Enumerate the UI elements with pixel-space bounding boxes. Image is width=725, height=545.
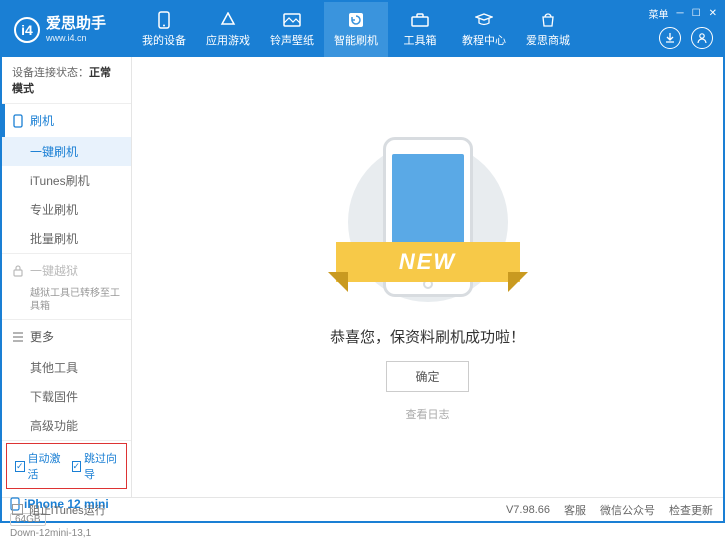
toolbox-icon bbox=[411, 11, 429, 29]
main-content: NEW 恭喜您，保资料刷机成功啦！ 确定 查看日志 bbox=[132, 57, 723, 497]
wallpaper-icon bbox=[283, 11, 301, 29]
tab-apps-games[interactable]: 应用游戏 bbox=[196, 2, 260, 57]
sidebar-item-oneclick-flash[interactable]: 一键刷机 bbox=[2, 137, 131, 166]
phone-small-icon bbox=[12, 114, 24, 128]
check-update-link[interactable]: 检查更新 bbox=[669, 502, 713, 518]
ok-button[interactable]: 确定 bbox=[386, 361, 468, 392]
tutorial-icon bbox=[475, 11, 493, 29]
jailbreak-note: 越狱工具已转移至工具箱 bbox=[2, 287, 131, 319]
sidebar-more-header[interactable]: 更多 bbox=[2, 320, 131, 353]
tab-my-device[interactable]: 我的设备 bbox=[132, 2, 196, 57]
tab-tutorial[interactable]: 教程中心 bbox=[452, 2, 516, 57]
tab-store[interactable]: 爱思商城 bbox=[516, 2, 580, 57]
sidebar-item-pro-flash[interactable]: 专业刷机 bbox=[2, 195, 131, 224]
app-title: 爱思助手 bbox=[46, 16, 106, 33]
refresh-icon bbox=[347, 11, 365, 29]
menu-text[interactable]: 菜单 bbox=[649, 6, 669, 21]
sidebar-jailbreak-header: 一键越狱 bbox=[2, 254, 131, 287]
block-itunes-label: 阻止iTunes运行 bbox=[29, 502, 106, 518]
version-label: V7.98.66 bbox=[506, 504, 550, 516]
download-button[interactable] bbox=[659, 27, 681, 49]
success-illustration: NEW bbox=[348, 132, 508, 312]
sidebar-item-batch-flash[interactable]: 批量刷机 bbox=[2, 224, 131, 253]
sidebar-item-other-tools[interactable]: 其他工具 bbox=[2, 353, 131, 382]
view-log-link[interactable]: 查看日志 bbox=[406, 406, 450, 422]
close-icon[interactable]: ✕ bbox=[709, 8, 717, 19]
user-button[interactable] bbox=[691, 27, 713, 49]
sidebar-item-advanced[interactable]: 高级功能 bbox=[2, 411, 131, 440]
sidebar-item-download-firmware[interactable]: 下载固件 bbox=[2, 382, 131, 411]
wechat-link[interactable]: 微信公众号 bbox=[600, 502, 655, 518]
header-right-buttons bbox=[659, 27, 713, 49]
nav-tabs: 我的设备 应用游戏 铃声壁纸 智能刷机 工具箱 教程中心 爱思商城 bbox=[132, 2, 580, 57]
device-model: Down-12mini-13,1 bbox=[10, 528, 123, 539]
customer-service-link[interactable]: 客服 bbox=[564, 502, 586, 518]
app-header: i4 爱思助手 www.i4.cn 我的设备 应用游戏 铃声壁纸 智能刷机 工具… bbox=[2, 2, 723, 57]
sidebar: 设备连接状态：正常模式 刷机 一键刷机 iTunes刷机 专业刷机 批量刷机 一… bbox=[2, 57, 132, 497]
checkbox-block-itunes[interactable] bbox=[12, 504, 23, 515]
activation-options: ✓自动激活 ✓跳过向导 bbox=[6, 443, 127, 489]
checkbox-skip-guide[interactable]: ✓跳过向导 bbox=[72, 450, 119, 482]
maximize-icon[interactable]: ☐ bbox=[692, 8, 701, 19]
tab-toolbox[interactable]: 工具箱 bbox=[388, 2, 452, 57]
logo-area: i4 爱思助手 www.i4.cn bbox=[2, 16, 132, 43]
list-icon bbox=[12, 332, 24, 342]
tab-smart-flash[interactable]: 智能刷机 bbox=[324, 2, 388, 57]
sidebar-item-itunes-flash[interactable]: iTunes刷机 bbox=[2, 166, 131, 195]
new-banner: NEW bbox=[336, 242, 520, 282]
app-url: www.i4.cn bbox=[46, 33, 106, 43]
store-icon bbox=[539, 11, 557, 29]
tab-ringtone-wallpaper[interactable]: 铃声壁纸 bbox=[260, 2, 324, 57]
logo-icon: i4 bbox=[14, 17, 40, 43]
success-message: 恭喜您，保资料刷机成功啦！ bbox=[330, 326, 525, 347]
phone-icon bbox=[155, 11, 173, 29]
minimize-icon[interactable]: ─ bbox=[677, 8, 684, 19]
checkbox-auto-activate[interactable]: ✓自动激活 bbox=[15, 450, 62, 482]
window-controls: 菜单 ─ ☐ ✕ bbox=[649, 6, 717, 21]
device-info: iPhone 12 mini 64GB Down-12mini-13,1 bbox=[2, 491, 131, 545]
sidebar-flash-header[interactable]: 刷机 bbox=[2, 104, 131, 137]
apps-icon bbox=[219, 11, 237, 29]
device-status: 设备连接状态：正常模式 bbox=[2, 57, 131, 104]
lock-icon bbox=[12, 265, 24, 277]
